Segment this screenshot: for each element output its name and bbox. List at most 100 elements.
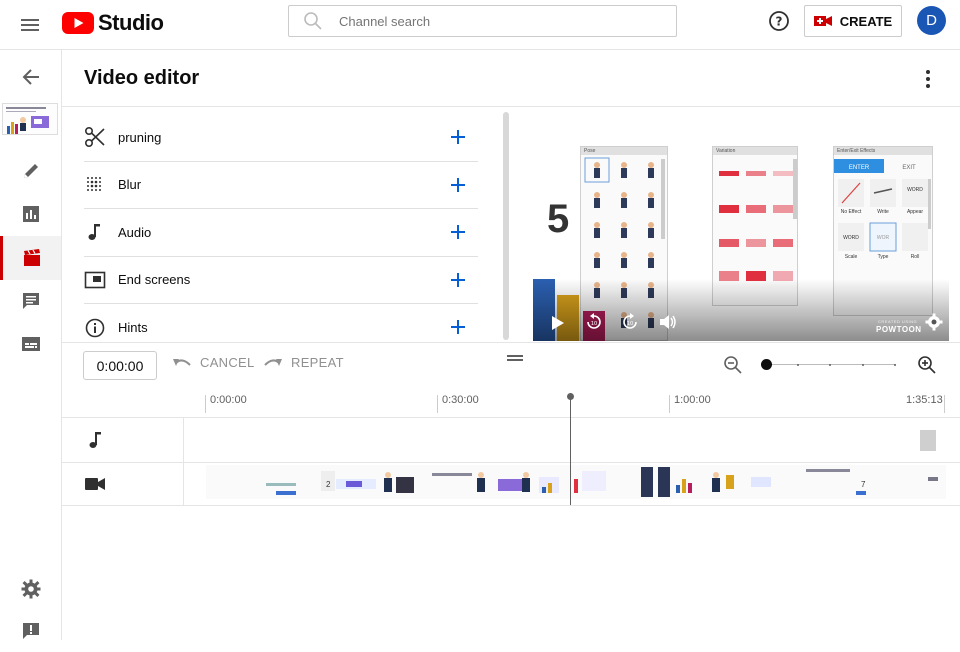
video-clip-strip[interactable]: 2 7 [206,465,946,499]
video-preview[interactable]: 5 Pose Variation Enter/Exit Effects ENTE… [533,109,949,341]
top-bar: Studio ? CREATE D [0,0,960,50]
rail-analytics[interactable] [0,193,61,235]
powtoon-watermark: POWTOON [876,325,922,334]
tool-row-end-screens[interactable]: End screens [84,257,478,304]
editor-clapper-icon [24,249,40,266]
add-icon[interactable] [448,222,468,242]
audio-track-icon [89,432,101,448]
cancel-button[interactable]: CANCEL [172,355,255,370]
zoom-slider-knob[interactable] [761,359,772,370]
tool-row-pruning[interactable]: pruning [84,114,478,162]
tools-scrollbar[interactable] [503,112,509,340]
menu-icon[interactable] [18,13,42,37]
play-icon[interactable] [551,315,565,331]
avatar[interactable]: D [917,6,946,35]
subtitles-icon [21,337,40,351]
video-camera-icon [813,16,832,26]
logo-text: Studio [98,10,164,35]
redo-icon [264,358,282,366]
tool-row-blur[interactable]: Blur [84,162,478,209]
enter-tab: ENTER [849,165,870,171]
svg-text:?: ? [776,15,783,29]
zoom-out-icon[interactable] [723,355,743,375]
undo-icon [173,358,191,366]
scissors-icon [84,127,105,148]
settings-icon [21,579,40,599]
more-options-icon[interactable] [918,67,938,91]
create-label: CREATE [839,13,893,29]
studio-logo[interactable]: Studio [62,10,164,36]
forward-10-icon[interactable]: 10 [621,313,639,331]
playhead[interactable] [570,398,571,505]
svg-text:No Effect: No Effect [841,209,862,215]
tool-row-audio[interactable]: Audio [84,209,478,257]
search-box[interactable] [288,5,677,37]
video-thumbnail[interactable] [2,103,58,135]
comments-icon [22,293,39,309]
tool-label: Hints [118,320,148,336]
zoom-slider[interactable] [766,364,896,366]
svg-text:Scale: Scale [845,254,858,260]
ruler-tick [205,395,206,413]
editor-tools-list: pruning Blur Audio End screens Hints [84,114,478,352]
svg-text:WORD: WORD [907,187,923,193]
add-icon[interactable] [448,317,468,337]
ruler-tick [669,395,670,413]
tool-label: pruning [118,129,162,145]
header-divider [62,106,960,107]
panel-title: Variation [713,147,797,155]
rail-settings[interactable] [0,568,61,610]
tool-row-hints[interactable]: Hints [84,304,478,352]
ruler-label: 1:00:00 [674,394,711,406]
ruler-label: 0:00:00 [210,394,247,406]
audio-clip-handle[interactable] [920,430,936,451]
add-icon[interactable] [448,127,468,147]
info-icon [85,318,105,338]
svg-text:Write: Write [877,209,889,215]
ruler-tick [437,395,438,413]
repeat-label: REPEAT [291,355,344,370]
video-frames-image: 2 7 [206,465,946,499]
zoom-in-icon[interactable] [917,355,937,375]
player-controls: 10 10 CREATED USING POWTOON [533,279,949,341]
add-icon[interactable] [448,175,468,195]
player-settings-icon[interactable] [925,313,943,331]
left-rail [0,50,62,640]
search-input[interactable] [339,13,639,29]
rail-subtitles[interactable] [0,323,61,365]
volume-icon[interactable] [659,314,677,330]
cancel-label: CANCEL [200,355,255,370]
back-button[interactable] [0,56,61,98]
resize-handle-icon[interactable] [507,355,523,361]
svg-text:2: 2 [326,480,331,489]
playhead-handle[interactable] [567,393,574,400]
video-track-icon [85,478,105,490]
create-button[interactable]: CREATE [804,5,902,37]
ruler-label: 0:30:00 [442,394,479,406]
ruler-label: 1:35:13 [906,394,943,406]
rail-editor[interactable] [0,236,61,280]
rail-details[interactable] [0,150,61,192]
pencil-icon [23,164,38,178]
slide-number: 5 [547,197,570,241]
add-icon[interactable] [448,270,468,290]
tool-label: Audio [118,224,152,240]
track-divider [62,462,960,463]
rail-feedback[interactable] [0,610,61,652]
end-screen-icon [84,271,106,289]
track-divider [62,417,960,418]
current-time-field[interactable]: 0:00:00 [83,351,157,380]
svg-text:Appear: Appear [907,209,923,215]
rail-comments[interactable] [0,280,61,322]
track-divider [62,505,960,506]
track-header-separator [183,417,184,505]
rewind-10-icon[interactable]: 10 [585,313,603,331]
repeat-button[interactable]: REPEAT [263,355,344,370]
watermark-small: CREATED USING [878,319,918,324]
music-note-icon [88,224,100,241]
panel-title: Enter/Exit Effects [834,147,932,155]
help-icon[interactable]: ? [767,9,791,33]
svg-text:10: 10 [591,321,597,327]
analytics-icon [22,206,39,222]
svg-text:WORD: WORD [843,235,859,241]
